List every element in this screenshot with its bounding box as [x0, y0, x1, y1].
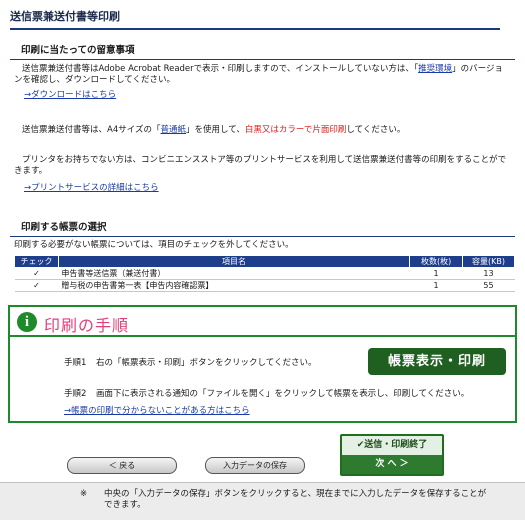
row-size: 13	[462, 267, 515, 280]
recommended-env-link[interactable]: 推奨環境	[418, 64, 452, 74]
paper-notice: 送信票兼送付書等は、A4サイズの「普通紙」を使用して、白黒又はカラーで片面印刷し…	[22, 125, 406, 135]
info-icon: i	[17, 312, 37, 332]
row-pages: 1	[409, 279, 463, 292]
printer-notice: プリンタをお持ちでない方は、コンビニエンスストア等のプリントサービスを利用して送…	[14, 155, 507, 176]
row-checkbox[interactable]: ✓	[32, 269, 41, 278]
plain-paper-link[interactable]: 普通紙	[160, 125, 186, 135]
print-procedure-panel: i 印刷の手順 手順1 右の「帳票表示・印刷」ボタンをクリックしてください。 帳票…	[8, 305, 517, 423]
print-service-link[interactable]: →プリントサービスの詳細はこちら	[24, 183, 159, 193]
print-forms-button[interactable]: 帳票表示・印刷	[368, 348, 506, 375]
download-link[interactable]: →ダウンロードはこちら	[24, 90, 116, 100]
col-check: チェック	[14, 255, 59, 268]
col-item-name: 項目名	[57, 255, 411, 268]
row-pages: 1	[409, 267, 463, 280]
row-name: 贈与税の申告書第一表【申告内容確認票】	[58, 279, 410, 292]
procedure-header: i 印刷の手順	[10, 307, 515, 337]
finish-next-button[interactable]: ✔送信・印刷終了 次 へ ＞	[340, 434, 444, 476]
step-1: 手順1 右の「帳票表示・印刷」ボタンをクリックしてください。	[64, 358, 317, 368]
col-size: 容量(KB)	[462, 255, 515, 268]
table-header-row: チェック 項目名 枚数(枚) 容量(KB)	[14, 255, 515, 268]
page-title: 送信票兼送付書等印刷	[10, 8, 500, 30]
col-pages: 枚数(枚)	[409, 255, 464, 268]
table-row: ✓ 贈与税の申告書第一表【申告内容確認票】 1 55	[14, 279, 515, 292]
row-name: 申告書等送信票（兼送付書）	[58, 267, 410, 280]
save-input-data-button[interactable]: 入力データの保存	[205, 457, 305, 474]
forms-instruction: 印刷する必要がない帳票については、項目のチェックを外してください。	[14, 240, 294, 250]
table-row: ✓ 申告書等送信票（兼送付書） 1 13	[14, 267, 515, 280]
back-button[interactable]: ＜ 戻る	[67, 457, 177, 474]
acrobat-notice: 送信票兼送付書等はAdobe Acrobat Readerで表示・印刷しますので…	[14, 64, 504, 85]
help-link-line: →帳票の印刷で分からないことがある方はこちら	[64, 404, 250, 416]
row-checkbox[interactable]: ✓	[32, 281, 41, 290]
next-label: 次 へ ＞	[342, 455, 442, 474]
notes-section-heading: 印刷に当たっての留意事項	[10, 42, 515, 60]
finish-label: ✔送信・印刷終了	[342, 436, 442, 455]
row-size: 55	[462, 279, 515, 292]
forms-table: チェック 項目名 枚数(枚) 容量(KB) ✓ 申告書等送信票（兼送付書） 1 …	[14, 255, 515, 292]
footer-note: ※ 中央の「入力データの保存」ボタンをクリックすると、現在までに入力したデータを…	[80, 489, 487, 510]
print-help-link[interactable]: →帳票の印刷で分からないことがある方はこちら	[64, 406, 250, 416]
procedure-title: 印刷の手順	[44, 316, 130, 335]
forms-section-heading: 印刷する帳票の選択	[10, 219, 515, 237]
step-2: 手順2 画面下に表示される通知の「ファイルを開く」をクリックして帳票を表示し、印刷…	[64, 389, 470, 399]
